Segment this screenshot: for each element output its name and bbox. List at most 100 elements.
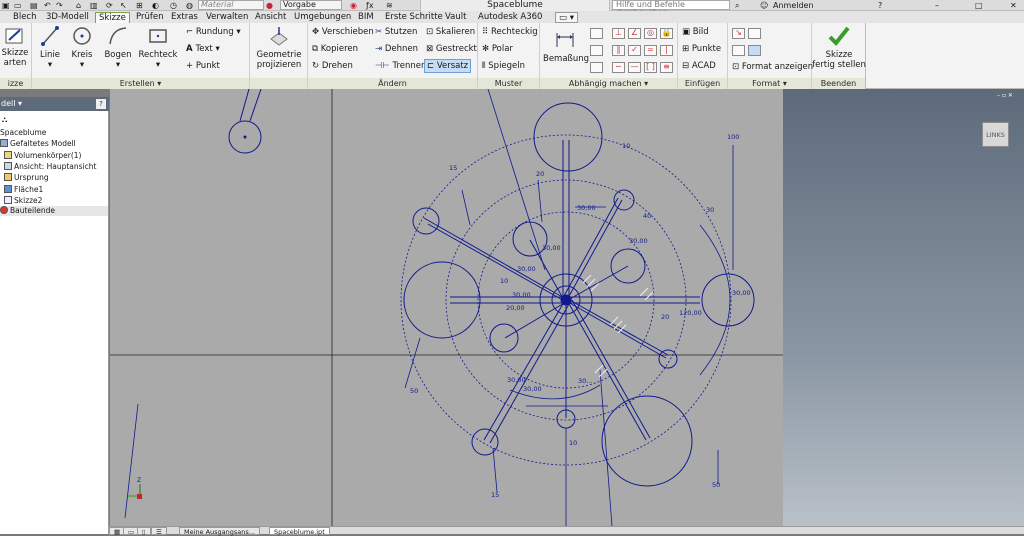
- binoculars-icon[interactable]: ⛬: [2, 115, 7, 125]
- auto-dimension-icon[interactable]: [590, 28, 603, 39]
- sign-in-link[interactable]: Anmelden: [773, 0, 814, 11]
- start-sketch-button[interactable]: Skizze arten: [0, 25, 30, 68]
- tab-extras[interactable]: Extras: [168, 12, 201, 23]
- rect-pattern-button[interactable]: ⠿ Rechteckig: [482, 27, 538, 37]
- tree-item-folded-model[interactable]: Gefaltetes Modell: [0, 139, 76, 149]
- vertical-icon[interactable]: |: [660, 45, 673, 56]
- help-search-input[interactable]: Hilfe und Befehle durchsuchen...: [612, 0, 730, 17]
- move-button[interactable]: ✥ Verschieben: [312, 27, 374, 37]
- tab-verwalten[interactable]: Verwalten: [203, 12, 251, 23]
- arc-button[interactable]: Bogen ▾: [102, 25, 134, 70]
- open-icon[interactable]: ▤: [30, 0, 38, 11]
- center-point-icon[interactable]: [732, 45, 745, 56]
- tab-erste-schritte[interactable]: Erste Schritte: [382, 12, 446, 23]
- tab-ansicht[interactable]: Ansicht: [252, 12, 289, 23]
- horizontal-icon[interactable]: —: [628, 62, 641, 73]
- text-button[interactable]: A Text ▾: [186, 44, 220, 54]
- points-button[interactable]: ⊞ Punkte: [682, 44, 721, 54]
- tree-item-end-of-part[interactable]: Bauteilende: [0, 206, 108, 216]
- tab-bim[interactable]: BIM: [355, 12, 377, 23]
- maximize-icon[interactable]: □: [975, 0, 983, 11]
- constraint-settings-icon[interactable]: [590, 62, 603, 73]
- wifi-icon[interactable]: ≋: [386, 0, 393, 11]
- rectangle-button[interactable]: Rechteck ▾: [138, 25, 178, 70]
- save-icon[interactable]: ▣: [2, 0, 10, 11]
- window-controls[interactable]: – ▫ ✕: [997, 92, 1013, 99]
- close-icon[interactable]: ✕: [1010, 0, 1017, 11]
- copy-button[interactable]: ⧉ Kopieren: [312, 44, 358, 54]
- circle-button[interactable]: Kreis ▾: [68, 25, 96, 70]
- rotate-button[interactable]: ↻ Drehen: [312, 61, 353, 71]
- collinear-icon[interactable]: ≡: [660, 62, 673, 73]
- tangent-icon[interactable]: ∠: [628, 28, 641, 39]
- appearance-combo[interactable]: Vorgabe: [280, 0, 342, 10]
- tab-pruefen[interactable]: Prüfen: [133, 12, 166, 23]
- tab-umgebungen[interactable]: Umgebungen: [291, 12, 354, 23]
- tree-item-origin[interactable]: Ursprung: [4, 173, 49, 183]
- help-icon[interactable]: ?: [878, 0, 882, 11]
- tab-vault[interactable]: Vault: [442, 12, 469, 23]
- show-constraints-icon[interactable]: [590, 45, 603, 56]
- trim-button[interactable]: ✂ Stutzen: [375, 27, 417, 37]
- acad-button[interactable]: ⊟ ACAD: [682, 61, 716, 71]
- color-icon[interactable]: ◐: [152, 0, 159, 11]
- show-format-button[interactable]: ⊡ Format anzeigen: [732, 62, 813, 72]
- equal-icon[interactable]: =: [644, 45, 657, 56]
- coincident-icon[interactable]: ✓: [628, 45, 641, 56]
- material-combo[interactable]: Material: [198, 0, 264, 10]
- split-button[interactable]: ⊣⊢ Trennen: [375, 61, 426, 71]
- update-icon[interactable]: ⟳: [106, 0, 113, 11]
- driven-dimension-icon[interactable]: [748, 45, 761, 56]
- parameters-icon[interactable]: ƒx: [366, 0, 374, 11]
- tree-item-view[interactable]: Ansicht: Hauptansicht: [4, 162, 96, 172]
- perpendicular-icon[interactable]: ⊥: [612, 28, 625, 39]
- minimize-icon[interactable]: –: [935, 0, 939, 11]
- smooth-icon[interactable]: ∽: [612, 62, 625, 73]
- construction-icon[interactable]: ↘: [732, 28, 745, 39]
- adjust-icon[interactable]: ◉: [350, 0, 357, 11]
- line-button[interactable]: Linie ▾: [36, 25, 64, 70]
- new-icon[interactable]: ▭: [14, 0, 22, 11]
- symmetric-icon[interactable]: [ ]: [644, 62, 657, 73]
- sketch-canvas[interactable]: Z 15 20 10 100 130 30,00 40 30 30,00 30,…: [110, 88, 1024, 527]
- centerline-icon[interactable]: [748, 28, 761, 39]
- tree-item-face[interactable]: Fläche1: [4, 185, 43, 195]
- viewcube[interactable]: LINKS: [982, 122, 1009, 147]
- search-icon[interactable]: ⌕: [735, 0, 739, 11]
- redo-icon[interactable]: ↷: [56, 0, 63, 11]
- dropdown-arrow-icon[interactable]: ▾: [36, 60, 64, 70]
- dropdown-arrow-icon[interactable]: ▾: [68, 60, 96, 70]
- dimension-button[interactable]: Bemaßung: [543, 29, 589, 64]
- tree-item-part[interactable]: Spaceblume: [0, 128, 46, 138]
- browser-help-icon[interactable]: ?: [96, 99, 106, 109]
- help-circle-icon[interactable]: ◍: [186, 0, 193, 11]
- extend-button[interactable]: ⇥ Dehnen: [375, 44, 418, 54]
- dropdown-arrow-icon[interactable]: ▾: [138, 60, 178, 70]
- clock-icon[interactable]: ◷: [170, 0, 177, 11]
- stretch-button[interactable]: ⊠ Gestreckt: [426, 44, 477, 54]
- tab-overflow-button[interactable]: ▭ ▾: [555, 12, 578, 23]
- tab-skizze[interactable]: Skizze: [95, 12, 130, 23]
- tree-item-sketch[interactable]: Skizze2: [4, 196, 42, 206]
- print-icon[interactable]: ▥: [90, 0, 98, 11]
- project-geometry-button[interactable]: Geometrie projizieren: [252, 25, 306, 70]
- offset-button[interactable]: ⊏ Versatz: [424, 59, 472, 73]
- sketch-drawing[interactable]: Z 15 20 10 100 130 30,00 40 30 30,00 30,…: [110, 88, 1024, 527]
- fillet-button[interactable]: ⌐ Rundung ▾: [186, 27, 241, 37]
- select-icon[interactable]: ↖: [120, 0, 127, 11]
- undo-icon[interactable]: ↶: [44, 0, 51, 11]
- scale-button[interactable]: ⊡ Skalieren: [426, 27, 475, 37]
- image-button[interactable]: ▣ Bild: [682, 27, 709, 37]
- lock-icon[interactable]: 🔒: [660, 28, 673, 39]
- dropdown-arrow-icon[interactable]: ▾: [102, 60, 134, 70]
- home-icon[interactable]: ⌂: [76, 0, 81, 11]
- tab-3d-modell[interactable]: 3D-Modell: [43, 12, 92, 23]
- tab-autodesk-a360[interactable]: Autodesk A360: [475, 12, 545, 23]
- mirror-button[interactable]: ⫴ Spiegeln: [482, 61, 525, 71]
- point-button[interactable]: + Punkt: [186, 61, 220, 71]
- measure-icon[interactable]: ⊞: [136, 0, 143, 11]
- tab-blech[interactable]: Blech: [10, 12, 39, 23]
- finish-sketch-button[interactable]: Skizze fertig stellen: [812, 25, 866, 70]
- concentric-icon[interactable]: ◎: [644, 28, 657, 39]
- tree-item-solid-bodies[interactable]: Volumenkörper(1): [4, 151, 81, 161]
